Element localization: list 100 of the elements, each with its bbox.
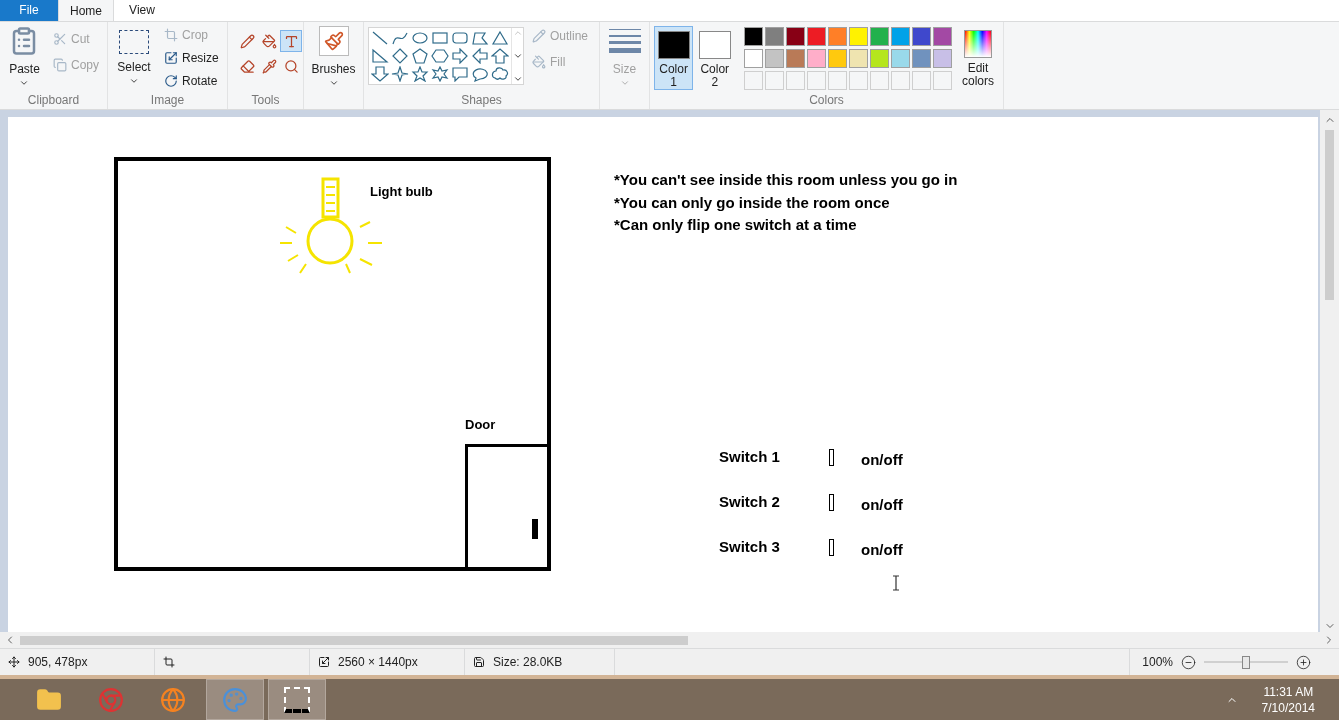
file-size: Size: 28.0KB	[493, 654, 563, 671]
group-label: Clipboard	[26, 92, 81, 109]
palette-swatch[interactable]	[933, 27, 953, 46]
vertical-scrollbar[interactable]	[1320, 110, 1339, 632]
color-picker-button[interactable]: Color 2	[695, 26, 735, 90]
scroll-down-icon[interactable]	[512, 51, 523, 61]
cut-icon	[53, 32, 67, 46]
more-icon[interactable]	[512, 74, 523, 84]
oval-callout-icon[interactable]	[471, 66, 489, 82]
folder-icon	[36, 686, 62, 713]
zoom-slider[interactable]	[1204, 655, 1288, 669]
drawing-canvas[interactable]: Door Light bulb *You can't see inside this room unless you go in *You can only go inside the room once *Can only flip one switch at a time Switch 1 on/off Switch 2 on/off Switch 3 on/off	[8, 117, 1318, 632]
eraser-icon	[239, 58, 255, 74]
taskbar-app[interactable]	[268, 679, 326, 720]
four-point-star-icon[interactable]	[391, 66, 409, 82]
rectangle-icon[interactable]	[431, 30, 449, 46]
palette-swatch[interactable]	[891, 49, 911, 68]
rotate-icon	[164, 74, 178, 88]
up-arrow-icon[interactable]	[491, 48, 509, 64]
zoom-slider-thumb[interactable]	[1242, 655, 1250, 669]
palette-swatch[interactable]	[891, 27, 911, 46]
line-icon[interactable]	[371, 30, 389, 46]
callout-icon[interactable]	[451, 66, 469, 82]
outline-icon	[532, 29, 546, 43]
scrollbar-thumb[interactable]	[20, 635, 688, 645]
switch-status: on/off	[861, 450, 903, 470]
palette-swatch[interactable]	[849, 27, 869, 46]
rounded-rectangle-icon[interactable]	[451, 30, 469, 46]
edit-colors-button[interactable]: Edit colors	[957, 26, 999, 91]
ribbon-tab[interactable]: Home	[58, 0, 114, 21]
palette-swatch[interactable]	[765, 27, 785, 46]
diamond-icon[interactable]	[391, 48, 409, 64]
cloud-callout-icon[interactable]	[491, 66, 509, 82]
resize-button[interactable]: Resize	[160, 49, 223, 67]
polygon-icon[interactable]	[471, 30, 489, 46]
palette-swatch[interactable]	[912, 27, 932, 46]
image-size-icon	[318, 656, 330, 668]
group-label: Colors	[808, 92, 845, 109]
curve-icon[interactable]	[391, 30, 409, 46]
palette-swatch[interactable]	[912, 49, 932, 68]
palette-icon	[222, 686, 248, 713]
switch-status: on/off	[861, 495, 903, 515]
group-label: Image	[149, 92, 186, 109]
switch-drawing	[829, 538, 834, 556]
palette-swatch[interactable]	[786, 49, 806, 68]
color-spectrum-icon	[964, 30, 993, 58]
palette-swatch[interactable]	[786, 27, 806, 46]
palette-swatch[interactable]	[870, 49, 890, 68]
palette-swatch[interactable]	[744, 49, 764, 68]
horizontal-scrollbar[interactable]	[0, 632, 1339, 648]
note-text: *You can only go inside the room once	[614, 192, 891, 213]
brushes-button[interactable]: Brushes	[311, 26, 356, 88]
line-width-icon	[608, 28, 641, 54]
scrollbar-thumb[interactable]	[1325, 130, 1334, 300]
down-arrow-icon[interactable]	[371, 66, 389, 82]
rotate-button[interactable]: Rotate	[160, 72, 223, 90]
palette-swatch[interactable]	[870, 27, 890, 46]
note-text: *Can only flip one switch at a time	[614, 215, 858, 235]
left-arrow-icon[interactable]	[471, 48, 489, 64]
pencil-icon	[239, 33, 255, 49]
selection-size-icon	[163, 656, 175, 668]
door-label: Door	[465, 416, 496, 434]
caret-icon	[129, 76, 139, 86]
palette-swatch[interactable]	[828, 27, 848, 46]
color-picker-button[interactable]: Color 1	[654, 26, 694, 90]
six-point-star-icon[interactable]	[431, 66, 449, 82]
palette-swatch[interactable]	[807, 49, 827, 68]
zoom-in-button[interactable]	[1296, 654, 1311, 670]
globe-icon	[160, 686, 186, 713]
palette-swatch[interactable]	[765, 49, 785, 68]
oval-icon[interactable]	[411, 30, 429, 46]
palette-swatch[interactable]	[744, 27, 764, 46]
select-button[interactable]: Select	[112, 26, 156, 91]
switch-drawing	[829, 493, 834, 511]
color-picker-icon	[261, 58, 277, 74]
palette-swatch[interactable]	[933, 49, 953, 68]
ribbon-tab[interactable]: View	[114, 0, 170, 21]
hexagon-icon[interactable]	[431, 48, 449, 64]
palette-swatch[interactable]	[807, 27, 827, 46]
tool-button[interactable]	[280, 30, 302, 52]
cursor-position-icon	[8, 656, 20, 668]
dashed-square-icon	[284, 686, 310, 713]
zoom-out-button[interactable]	[1181, 654, 1196, 670]
five-point-star-icon[interactable]	[411, 66, 429, 82]
palette-swatch[interactable]	[828, 49, 848, 68]
caret-icon	[19, 78, 30, 88]
copy-icon	[53, 58, 67, 72]
brush-icon	[318, 26, 349, 56]
fill-icon	[532, 55, 546, 69]
switch-label: Switch 2	[719, 492, 781, 512]
switch-drawing	[829, 448, 834, 466]
palette-swatch[interactable]	[849, 49, 869, 68]
pentagon-icon[interactable]	[411, 48, 429, 64]
right-arrow-icon[interactable]	[451, 48, 469, 64]
zoom-level: 100%	[1142, 654, 1173, 671]
right-triangle-icon[interactable]	[371, 48, 389, 64]
paste-button[interactable]: Paste	[4, 26, 45, 91]
taskbar-clock[interactable]: 11:31 AM 7/10/2014	[1261, 683, 1339, 716]
file-menu-button[interactable]: File	[0, 0, 58, 21]
triangle-icon[interactable]	[491, 30, 509, 46]
